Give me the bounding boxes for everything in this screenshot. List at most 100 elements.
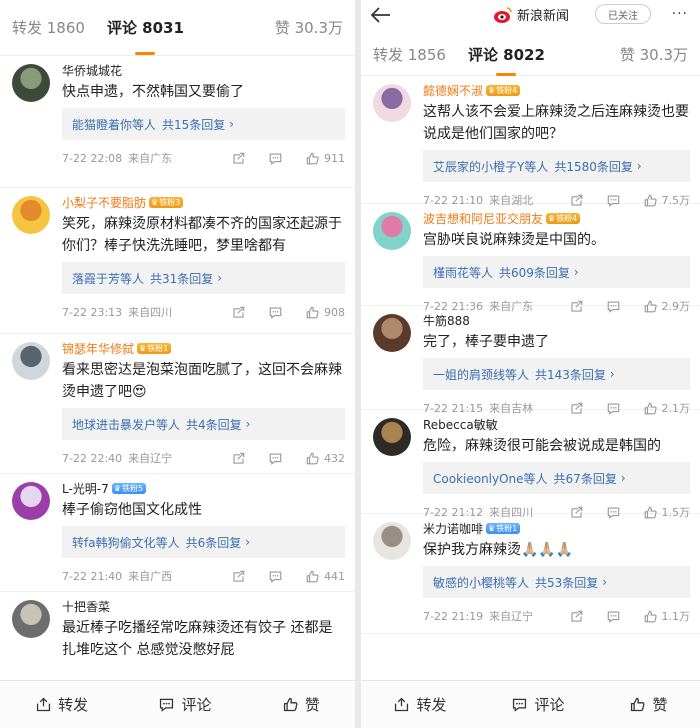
avatar[interactable] — [373, 418, 411, 456]
avatar[interactable] — [12, 342, 50, 380]
reply-users[interactable]: CookieonlyOne等人 — [433, 470, 548, 487]
username-text[interactable]: 懿德娴不淑 — [423, 82, 483, 99]
like-button[interactable]: 441 — [305, 569, 345, 584]
comment-meta: 7-22 21:40 来自广西 441 — [62, 558, 345, 594]
reply-users[interactable]: 槿雨花等人 — [433, 264, 493, 281]
reply-users[interactable]: 敏感的小樱桃等人 — [433, 574, 529, 591]
reply-button[interactable] — [606, 609, 621, 624]
timestamp: 7-22 22:40 — [62, 451, 123, 465]
like-button[interactable]: 1.1万 — [643, 608, 690, 624]
username-text[interactable]: 波吉想和阿尼亚交朋友 — [423, 210, 543, 227]
reply-summary[interactable]: 地球进击暴发户等人 共4条回复 › — [62, 408, 345, 440]
reply-count[interactable]: 共67条回复 — [554, 470, 617, 487]
avatar[interactable] — [12, 196, 50, 234]
reply-count[interactable]: 共143条回复 — [535, 366, 606, 383]
comment-body: Rebecca敏敏 危险，麻辣烫很可能会被说成是韩国的 CookieonlyOne等… — [423, 410, 700, 530]
share-button[interactable] — [569, 609, 584, 624]
tab-comments[interactable]: 评论 8022 — [468, 44, 545, 76]
comment-label: 评论 — [181, 696, 212, 714]
comment-body: 米力诺咖啡 ♛ 铁粉1 保护我方麻辣烫🙏🏼🙏🏼🙏🏼 敏感的小樱桃等人 共53条回复 › 7-2… — [423, 514, 700, 634]
repost-button[interactable]: 转发 — [35, 694, 88, 715]
avatar[interactable] — [12, 600, 50, 638]
username-text[interactable]: 锦瑟年华修弑 — [62, 340, 134, 357]
location: 来自广东 — [128, 152, 173, 165]
reply-summary[interactable]: CookieonlyOne等人 共67条回复 › — [423, 462, 690, 494]
comment-meta: 7-22 21:19 来自辽宁 1.1万 — [423, 598, 690, 634]
share-button[interactable] — [231, 451, 246, 466]
reply-count[interactable]: 共6条回复 — [186, 534, 242, 551]
tab-reposts[interactable]: 转发 1856 — [373, 44, 446, 65]
back-arrow-icon[interactable] — [369, 3, 393, 27]
reply-summary[interactable]: 落霞于芳等人 共31条回复 › — [62, 262, 345, 294]
username-text[interactable]: L-光明-7 — [62, 480, 109, 497]
tab-likes[interactable]: 赞 30.3万 — [275, 17, 343, 38]
comment-text: 棒子偷窃他国文化成性 — [62, 502, 202, 518]
reply-summary[interactable]: 艾辰家的小橙子Y等人 共1580条回复 › — [423, 150, 690, 182]
reply-count[interactable]: 共15条回复 — [162, 116, 225, 133]
reply-users[interactable]: 一姐的肩颈线等人 — [433, 366, 529, 383]
like-button[interactable]: 908 — [305, 305, 345, 320]
comment-item: 牛筋888 完了，棒子要申遗了 一姐的肩颈线等人 共143条回复 › 7-22 21:15… — [361, 306, 700, 415]
reply-summary[interactable]: 敏感的小樱桃等人 共53条回复 › — [423, 566, 690, 598]
comment-text: 最近棒子吃播经常吃麻辣烫还有饺子 还都是扎堆吃这个 总感觉没憋好屁 — [62, 620, 333, 658]
like-count: 441 — [324, 569, 345, 583]
reply-count[interactable]: 共1580条回复 — [554, 158, 633, 175]
share-button[interactable] — [231, 151, 246, 166]
reply-summary[interactable]: 能猫瞪着你等人 共15条回复 › — [62, 108, 345, 140]
comment-text: 宫胁咲良说麻辣烫是中国的。 — [423, 232, 605, 248]
comment-icon — [607, 610, 619, 623]
comment-actions: 908 — [209, 294, 345, 330]
repost-button[interactable]: 转发 — [393, 694, 447, 715]
username: 小梨子不要脂肪 ♛ 铁粉3 — [62, 194, 345, 210]
reply-count[interactable]: 共609条回复 — [499, 264, 570, 281]
fan-badge: ♛ 铁粉3 — [149, 196, 184, 208]
username-text[interactable]: 米力诺咖啡 — [423, 520, 483, 537]
reply-count[interactable]: 共4条回复 — [186, 416, 242, 433]
comment-button[interactable]: 评论 — [511, 694, 565, 715]
reply-button[interactable] — [268, 451, 283, 466]
share-icon — [233, 152, 245, 164]
avatar[interactable] — [373, 212, 411, 250]
reply-users[interactable]: 艾辰家的小橙子Y等人 — [433, 158, 548, 175]
reply-summary[interactable]: 一姐的肩颈线等人 共143条回复 › — [423, 358, 690, 390]
location: 来自广西 — [128, 570, 173, 583]
reply-button[interactable] — [268, 305, 283, 320]
avatar[interactable] — [12, 482, 50, 520]
like-button[interactable]: 赞 — [629, 694, 668, 715]
username-text[interactable]: Rebecca敏敏 — [423, 416, 498, 433]
avatar[interactable] — [373, 314, 411, 352]
follow-button[interactable]: 已关注 — [595, 4, 651, 24]
username-text[interactable]: 华侨城城花 — [62, 62, 122, 79]
account-header[interactable]: 新浪新闻 — [493, 5, 569, 24]
username-text[interactable]: 牛筋888 — [423, 312, 470, 329]
tab-reposts[interactable]: 转发 1860 — [12, 17, 85, 38]
reply-count[interactable]: 共31条回复 — [150, 270, 213, 287]
comment-item: 波吉想和阿尼亚交朋友 ♛ 铁粉4 宫胁咲良说麻辣烫是中国的。 槿雨花等人 共609条回复 ›… — [361, 204, 700, 313]
username-text[interactable]: 小梨子不要脂肪 — [62, 194, 146, 211]
reply-summary[interactable]: 转fa韩狗偷文化等人 共6条回复 › — [62, 526, 345, 558]
username-text[interactable]: 十把香菜 — [62, 598, 110, 615]
reply-count[interactable]: 共53条回复 — [535, 574, 598, 591]
fan-badge-label: 铁粉5 — [121, 483, 144, 493]
reply-users[interactable]: 转fa韩狗偷文化等人 — [72, 534, 180, 551]
reply-users[interactable]: 地球进击暴发户等人 — [72, 416, 180, 433]
avatar[interactable] — [373, 84, 411, 122]
chevron-right-icon: › — [636, 159, 642, 173]
like-button[interactable]: 赞 — [282, 694, 320, 715]
reply-button[interactable] — [268, 569, 283, 584]
reply-users[interactable]: 能猫瞪着你等人 — [72, 116, 156, 133]
reply-users[interactable]: 落霞于芳等人 — [72, 270, 144, 287]
like-button[interactable]: 432 — [305, 451, 345, 466]
avatar[interactable] — [12, 64, 50, 102]
more-icon[interactable]: ··· — [672, 6, 688, 22]
comment-icon — [269, 570, 282, 583]
tab-likes[interactable]: 赞 30.3万 — [620, 44, 688, 65]
reply-button[interactable] — [268, 151, 283, 166]
share-button[interactable] — [231, 569, 246, 584]
comment-button[interactable]: 评论 — [158, 694, 212, 715]
share-button[interactable] — [231, 305, 246, 320]
like-button[interactable]: 911 — [305, 151, 345, 166]
reply-summary[interactable]: 槿雨花等人 共609条回复 › — [423, 256, 690, 288]
tab-comments[interactable]: 评论 8031 — [107, 17, 184, 55]
avatar[interactable] — [373, 522, 411, 560]
